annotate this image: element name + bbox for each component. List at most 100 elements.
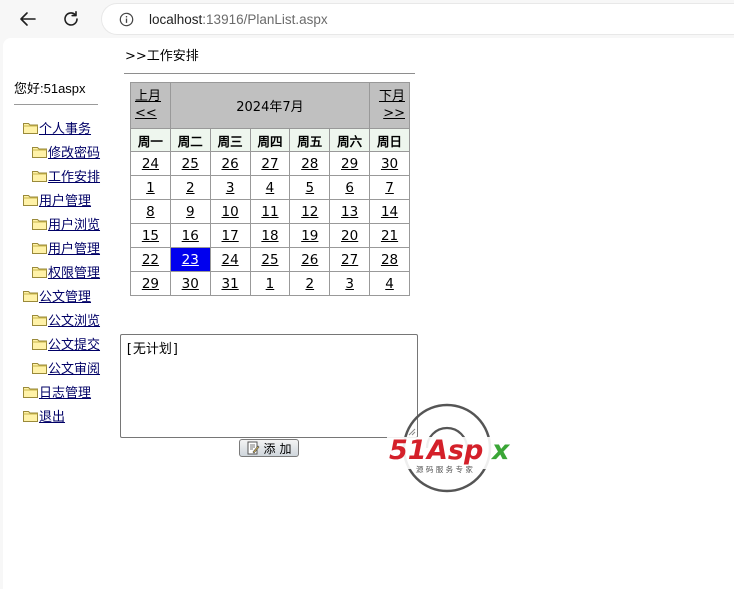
- sidebar-item[interactable]: 用户浏览: [32, 214, 100, 234]
- sidebar-item[interactable]: 用户管理: [23, 190, 91, 210]
- prev-month-link[interactable]: 上月 <<: [135, 89, 161, 121]
- calendar-day-link[interactable]: 21: [381, 228, 398, 244]
- sidebar-item-link[interactable]: 权限管理: [48, 266, 100, 282]
- calendar-day-link[interactable]: 12: [301, 204, 318, 220]
- folder-icon: [32, 362, 47, 374]
- sidebar-item[interactable]: 公文提交: [32, 334, 100, 354]
- calendar-day-link[interactable]: 30: [381, 156, 398, 172]
- calendar-day-cell: 29: [130, 271, 171, 296]
- sidebar-item[interactable]: 个人事务: [23, 118, 91, 138]
- sidebar-item-link[interactable]: 公文审阅: [48, 362, 100, 378]
- calendar-day-cell: 14: [369, 199, 410, 224]
- calendar-day-link[interactable]: 1: [146, 180, 155, 196]
- calendar-day-link[interactable]: 4: [266, 180, 275, 196]
- sidebar-item[interactable]: 权限管理: [32, 262, 100, 282]
- sidebar-item[interactable]: 日志管理: [23, 382, 91, 402]
- calendar-day-link[interactable]: 3: [345, 276, 354, 292]
- sidebar-item[interactable]: 公文审阅: [32, 358, 100, 378]
- calendar-day-link[interactable]: 3: [226, 180, 235, 196]
- calendar-day-link[interactable]: 19: [301, 228, 318, 244]
- sidebar-item[interactable]: 公文管理: [23, 286, 91, 306]
- calendar-day-link[interactable]: 27: [341, 252, 358, 268]
- calendar-day-cell: 30: [369, 151, 410, 176]
- calendar-day-cell: 19: [289, 223, 331, 248]
- calendar-day-link[interactable]: 2: [186, 180, 195, 196]
- calendar-day-cell: 22: [130, 247, 171, 272]
- calendar-day-link[interactable]: 2: [306, 276, 315, 292]
- sidebar-item[interactable]: 工作安排: [32, 166, 100, 186]
- calendar-day-link[interactable]: 24: [222, 252, 239, 268]
- calendar-day-link[interactable]: 26: [301, 252, 318, 268]
- calendar-day-link[interactable]: 6: [345, 180, 354, 196]
- sidebar-item-link[interactable]: 用户浏览: [48, 218, 100, 234]
- url-text[interactable]: localhost:13916/PlanList.aspx: [149, 11, 328, 28]
- brand-watermark-logo: 51 Asp x 源 码 服 务 专 家: [387, 403, 515, 493]
- folder-icon: [32, 146, 47, 158]
- calendar-day-link[interactable]: 20: [341, 228, 358, 244]
- calendar-day-link[interactable]: 1: [266, 276, 275, 292]
- sidebar-item-link[interactable]: 日志管理: [39, 386, 91, 402]
- calendar-day-link[interactable]: 26: [222, 156, 239, 172]
- calendar-day-cell: 6: [329, 175, 371, 200]
- url-host: localhost: [149, 12, 203, 27]
- calendar-day-link[interactable]: 30: [182, 276, 199, 292]
- address-bar[interactable]: localhost:13916/PlanList.aspx: [101, 3, 734, 35]
- sidebar-item-link[interactable]: 退出: [39, 410, 65, 426]
- calendar-day-link[interactable]: 25: [261, 252, 278, 268]
- calendar-day-link[interactable]: 8: [146, 204, 155, 220]
- back-button[interactable]: [14, 5, 42, 33]
- calendar-day-link[interactable]: 16: [182, 228, 199, 244]
- svg-text:Asp: Asp: [425, 435, 483, 466]
- calendar-header: 上月 << 2024年7月 下月 >>: [130, 82, 410, 129]
- calendar-day-link[interactable]: 23: [182, 252, 199, 268]
- calendar-day-link[interactable]: 25: [182, 156, 199, 172]
- sidebar-item-link[interactable]: 用户管理: [48, 242, 100, 258]
- sidebar-item[interactable]: 退出: [23, 406, 65, 426]
- plan-calendar: 上月 << 2024年7月 下月 >> 周一 周二 周三 周四 周五 周六 周日 24 25 26 2…: [130, 82, 410, 296]
- sidebar-item-link[interactable]: 公文浏览: [48, 314, 100, 330]
- sidebar-item[interactable]: 用户管理: [32, 238, 100, 258]
- calendar-day-link[interactable]: 31: [222, 276, 239, 292]
- calendar-day-link[interactable]: 17: [222, 228, 239, 244]
- prev-month-cell: 上月 <<: [130, 82, 171, 129]
- calendar-day-link[interactable]: 29: [142, 276, 159, 292]
- calendar-day-link[interactable]: 18: [261, 228, 278, 244]
- sidebar-item-link[interactable]: 修改密码: [48, 146, 100, 162]
- calendar-day-cell: 29: [329, 151, 371, 176]
- sidebar-item[interactable]: 修改密码: [32, 142, 100, 162]
- reload-button[interactable]: [57, 5, 85, 33]
- weekday-label: 周三: [209, 128, 251, 152]
- sidebar-item-link[interactable]: 个人事务: [39, 122, 91, 138]
- calendar-day-link[interactable]: 7: [385, 180, 394, 196]
- calendar-day-link[interactable]: 14: [381, 204, 398, 220]
- calendar-day-link[interactable]: 29: [341, 156, 358, 172]
- add-plan-button[interactable]: 添加: [239, 439, 299, 457]
- calendar-day-link[interactable]: 4: [385, 276, 394, 292]
- calendar-day-link[interactable]: 28: [301, 156, 318, 172]
- calendar-day-link[interactable]: 22: [142, 252, 159, 268]
- url-path: :13916/PlanList.aspx: [202, 12, 328, 27]
- calendar-day-link[interactable]: 9: [186, 204, 195, 220]
- calendar-day-link[interactable]: 10: [222, 204, 239, 220]
- calendar-day-link[interactable]: 11: [261, 204, 278, 220]
- calendar-day-cell: 20: [329, 223, 371, 248]
- calendar-day-link[interactable]: 24: [142, 156, 159, 172]
- prev-month-text: 上月: [135, 89, 162, 104]
- calendar-day-link[interactable]: 27: [261, 156, 278, 172]
- next-month-link[interactable]: 下月 >>: [379, 89, 405, 121]
- sidebar-item-link[interactable]: 公文管理: [39, 290, 91, 306]
- calendar-day-cell: 1: [249, 271, 291, 296]
- browser-toolbar: localhost:13916/PlanList.aspx: [0, 0, 734, 38]
- sidebar-item-link[interactable]: 公文提交: [48, 338, 100, 354]
- document-edit-icon: [247, 441, 260, 455]
- calendar-day-link[interactable]: 28: [381, 252, 398, 268]
- plan-textarea[interactable]: [无计划]: [120, 334, 418, 438]
- sidebar-item-link[interactable]: 工作安排: [48, 170, 100, 186]
- greeting-divider: [14, 104, 98, 105]
- calendar-day-link[interactable]: 15: [142, 228, 159, 244]
- sidebar-item[interactable]: 公文浏览: [32, 310, 100, 330]
- sidebar-item-link[interactable]: 用户管理: [39, 194, 91, 210]
- calendar-day-link[interactable]: 5: [306, 180, 315, 196]
- calendar-day-link[interactable]: 13: [341, 204, 358, 220]
- info-icon[interactable]: [119, 12, 134, 27]
